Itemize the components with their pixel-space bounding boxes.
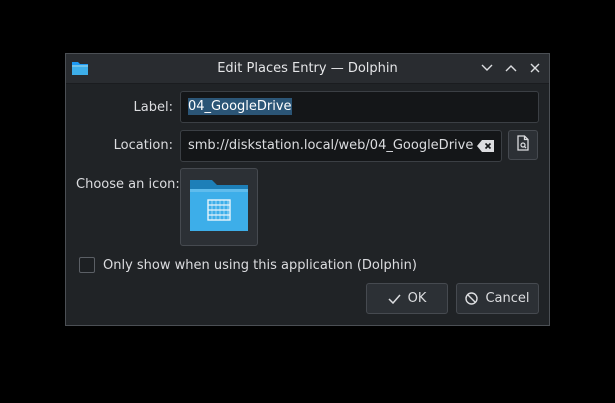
cancel-button[interactable]: Cancel <box>456 283 539 314</box>
location-input[interactable]: smb://diskstation.local/web/04_GoogleDri… <box>180 130 502 162</box>
checkmark-icon <box>388 294 401 304</box>
only-this-app-checkbox[interactable] <box>79 257 95 273</box>
label-input[interactable]: 04_GoogleDrive <box>180 91 539 123</box>
label-field-label: Label: <box>133 100 173 115</box>
cancel-button-label: Cancel <box>485 291 530 306</box>
clear-text-icon[interactable] <box>477 137 495 155</box>
folder-remote-icon <box>190 179 248 235</box>
label-input-value: 04_GoogleDrive <box>188 98 292 115</box>
browse-location-button[interactable] <box>508 130 538 160</box>
edit-places-dialog: Edit Places Entry — Dolphin Label: 04_Go… <box>65 53 550 326</box>
only-this-app-label: Only show when using this application (D… <box>103 257 417 273</box>
ok-button-label: OK <box>407 291 427 306</box>
titlebar[interactable]: Edit Places Entry — Dolphin <box>66 54 549 84</box>
minimize-icon[interactable] <box>478 59 496 77</box>
location-input-value: smb://diskstation.local/web/04_GoogleDri… <box>188 138 474 153</box>
cancel-icon <box>465 292 479 305</box>
window-title: Edit Places Entry — Dolphin <box>217 61 398 76</box>
maximize-icon[interactable] <box>502 59 520 77</box>
document-open-icon <box>516 135 530 155</box>
location-field-label: Location: <box>113 138 173 153</box>
choose-icon-button[interactable] <box>180 168 258 246</box>
close-icon[interactable] <box>526 59 544 77</box>
only-this-app-option[interactable]: Only show when using this application (D… <box>79 256 417 274</box>
icon-field-label: Choose an icon: <box>76 177 180 192</box>
ok-button[interactable]: OK <box>366 283 448 314</box>
